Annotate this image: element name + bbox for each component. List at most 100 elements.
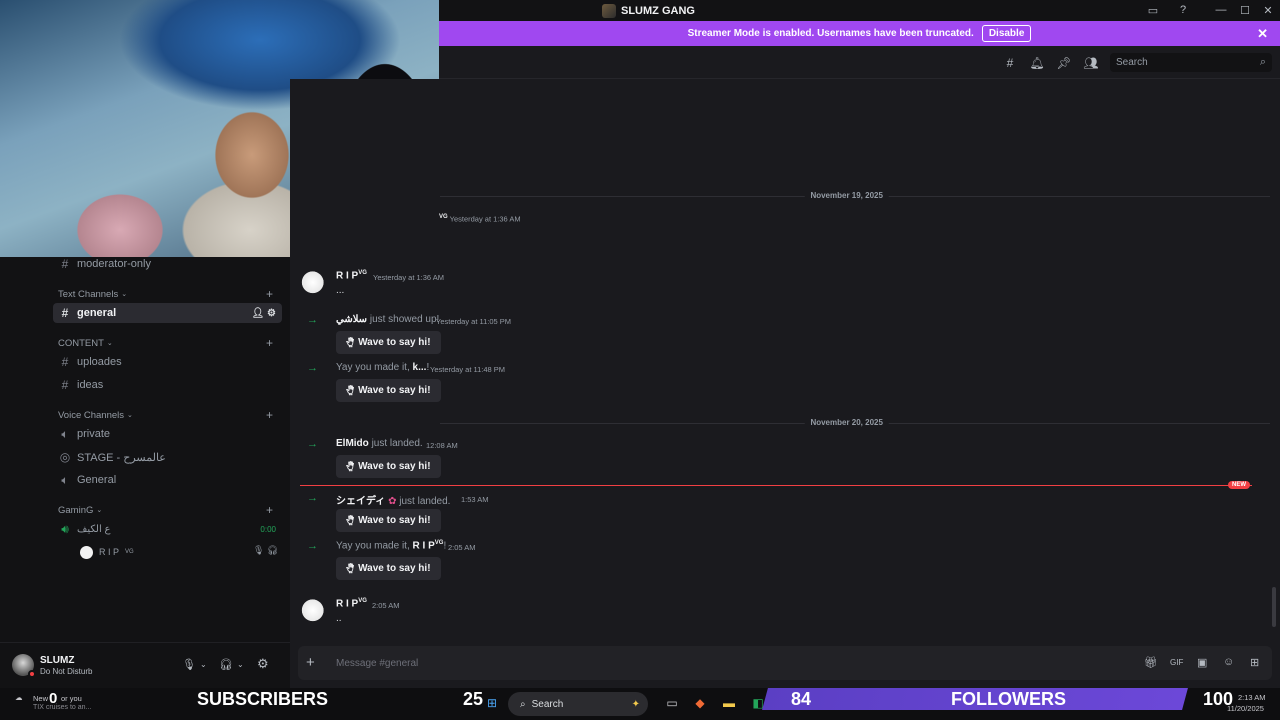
chevron-down-icon: ⌄ xyxy=(96,507,103,514)
create-channel-icon[interactable]: + xyxy=(266,503,273,517)
message-timestamp: 2:05 AM xyxy=(372,601,400,610)
close-banner-icon[interactable]: ✕ xyxy=(1257,26,1268,42)
message-composer: + 🎁︎ GIF ▣ ☺ ⊞ xyxy=(298,646,1272,680)
join-user[interactable]: ElMido xyxy=(336,438,369,449)
chevron-down-icon[interactable]: ⌄ xyxy=(237,660,244,669)
help-icon[interactable]: ? xyxy=(1176,3,1190,17)
category-label: CONTENT xyxy=(58,337,104,349)
join-user[interactable]: シェイディ xyxy=(336,496,385,507)
chevron-down-icon[interactable]: ⌄ xyxy=(200,660,207,669)
voice-participant[interactable]: R I P VG xyxy=(80,545,134,559)
gift-icon[interactable]: 🎁︎ xyxy=(1144,656,1158,669)
new-badge: NEW xyxy=(1228,481,1250,489)
headphones-icon[interactable]: 🎧︎ xyxy=(219,658,233,671)
wave-button[interactable]: 🖐︎ Wave to say hi! xyxy=(336,509,441,532)
wave-hand-icon: 🖐︎ xyxy=(346,515,355,527)
muted-deafened-icons: 🎙︎ 🎧︎ xyxy=(253,545,279,555)
join-user[interactable]: سلاشي xyxy=(336,314,367,325)
category-gaming[interactable]: GaminG ⌄ + xyxy=(58,503,278,517)
news-subtitle: TIX cruises to an... xyxy=(33,704,92,711)
minimize-icon[interactable]: — xyxy=(1214,3,1228,17)
wave-hand-icon: 🖐︎ xyxy=(346,461,355,473)
create-channel-icon[interactable]: + xyxy=(266,287,273,301)
channel-general[interactable]: # general 👤︎ ⚙ xyxy=(53,303,282,323)
subscribers-label: SUBSCRIBERS xyxy=(197,689,329,709)
join-text-end: ! xyxy=(426,362,430,373)
speaker-icon: 🔈︎ xyxy=(61,472,69,487)
message-input[interactable] xyxy=(336,655,1116,671)
voice-user-name: R I P xyxy=(99,547,120,557)
wave-hand-icon: 🖐︎ xyxy=(346,563,355,575)
avatar[interactable] xyxy=(299,599,324,624)
username[interactable]: SLUMZ xyxy=(40,655,74,666)
apps-icon[interactable]: ⊞ xyxy=(1250,656,1259,669)
stage-channel[interactable]: ◎ STAGE - عالمسرح xyxy=(53,447,282,467)
voice-channel-private[interactable]: 🔈︎ private xyxy=(53,424,282,444)
join-text-end: ! xyxy=(443,540,447,552)
channel-moderator-only[interactable]: # moderator-only xyxy=(53,254,282,274)
brave-browser-icon[interactable]: ◆ xyxy=(693,696,707,710)
sticker-icon[interactable]: ▣ xyxy=(1197,656,1207,669)
pinned-messages-icon[interactable]: 📌︎ xyxy=(1056,56,1071,70)
message-timestamp: Yesterday at 11:48 PM xyxy=(430,365,506,374)
message-author[interactable]: R I PVG xyxy=(336,598,367,609)
category-content[interactable]: CONTENT ⌄ + xyxy=(58,336,278,350)
gear-icon[interactable]: ⚙ xyxy=(257,656,269,672)
windows-start-icon[interactable]: ⊞ xyxy=(485,696,499,710)
taskbar-search[interactable]: ⌕ Search ✦ xyxy=(508,692,648,716)
join-arrow-icon: → xyxy=(307,492,318,504)
join-user[interactable]: k... xyxy=(413,362,427,373)
search-icon: ⌕ xyxy=(1259,56,1266,68)
message-timestamp: 12:08 AM xyxy=(426,441,458,450)
message-timestamp: Yesterday at 1:36 AM xyxy=(373,273,445,282)
member-list-icon[interactable]: 👥︎ xyxy=(1083,56,1098,70)
create-channel-icon[interactable]: + xyxy=(266,336,273,350)
user-panel: SLUMZ Do Not Disturb 🎙︎ ⌄ 🎧︎ ⌄ ⚙ xyxy=(0,642,290,688)
wave-button[interactable]: 🖐︎ Wave to say hi! xyxy=(336,557,441,580)
wave-button[interactable]: 🖐︎ Wave to say hi! xyxy=(336,455,441,478)
avatar[interactable] xyxy=(299,271,324,296)
message-list: November 19, 2025 VG Yesterday at 1:36 A… xyxy=(290,79,1280,642)
message-content: ... xyxy=(336,285,345,296)
gif-icon[interactable]: GIF xyxy=(1170,658,1183,667)
channel-uploades[interactable]: # uploades xyxy=(53,352,282,372)
voice-channel-gaming[interactable]: 🔊︎ ع الكيف 0:00 xyxy=(53,519,282,539)
avatar xyxy=(80,545,93,559)
task-view-icon[interactable]: ▭ xyxy=(665,696,679,710)
weather-icon: ☁ xyxy=(15,693,23,702)
channel-label: uploades xyxy=(77,356,122,368)
category-voice-channels[interactable]: Voice Channels ⌄ + xyxy=(58,408,278,422)
category-text-channels[interactable]: Text Channels ⌄ + xyxy=(58,287,278,301)
dnd-status-icon xyxy=(28,670,36,678)
create-channel-icon[interactable]: + xyxy=(266,408,273,422)
inbox-icon[interactable]: ▭ xyxy=(1146,3,1160,17)
followers-label: FOLLOWERS xyxy=(951,689,1066,709)
channel-ideas[interactable]: # ideas xyxy=(53,375,282,395)
message-author[interactable]: R I PVG xyxy=(336,270,367,281)
close-window-icon[interactable]: ✕ xyxy=(1261,3,1275,17)
message-scrollbar[interactable] xyxy=(1272,587,1276,627)
channel-label: STAGE - عالمسرح xyxy=(77,451,166,464)
voice-channel-general[interactable]: 🔈︎ General xyxy=(53,470,282,490)
join-text: Yay you made it, xyxy=(336,540,410,552)
notification-bell-icon[interactable]: 🔔︎ xyxy=(1029,56,1044,70)
microphone-icon[interactable]: 🎙︎ xyxy=(182,658,196,671)
emoji-icon[interactable]: ☺ xyxy=(1223,656,1234,668)
stage-icon: ◎ xyxy=(59,450,71,464)
wave-hand-icon: 🖐︎ xyxy=(346,385,355,397)
channel-label: private xyxy=(77,428,111,440)
wave-button[interactable]: 🖐︎ Wave to say hi! xyxy=(336,379,441,402)
news-title: New xyxy=(33,694,49,703)
file-explorer-icon[interactable]: ▬ xyxy=(722,696,736,710)
channel-settings-icons[interactable]: 👤︎ ⚙ xyxy=(252,308,276,319)
join-arrow-icon: → xyxy=(307,362,318,374)
join-user[interactable]: R I P xyxy=(413,540,435,551)
search-input[interactable]: Search ⌕ xyxy=(1110,53,1272,72)
author-name: R I P xyxy=(336,270,359,282)
threads-icon[interactable]: # xyxy=(1003,56,1017,70)
maximize-icon[interactable]: ☐ xyxy=(1238,3,1252,17)
add-attachment-icon[interactable]: + xyxy=(306,654,315,671)
category-label: Text Channels xyxy=(58,288,119,300)
disable-streamer-button[interactable]: Disable xyxy=(981,25,1032,42)
wave-button[interactable]: 🖐︎ Wave to say hi! xyxy=(336,331,441,354)
